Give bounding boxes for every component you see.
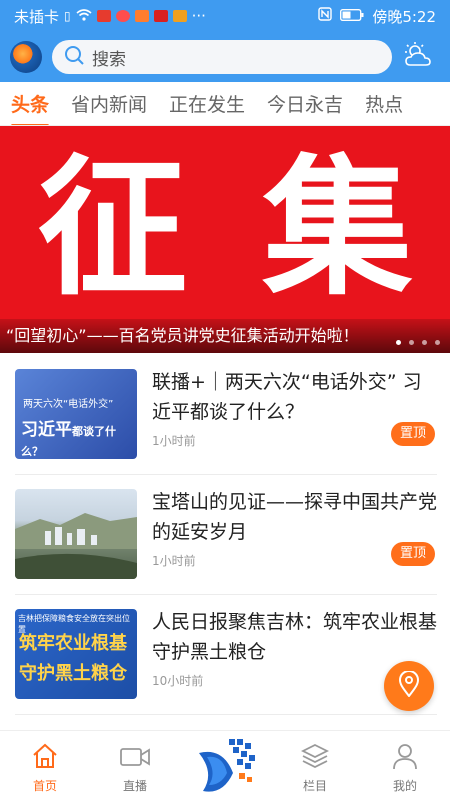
carrier-text: 未插卡 [14,7,60,26]
app-notification-icon [153,10,168,22]
home-icon [31,742,59,777]
news-list-item[interactable]: 宝塔山的见证——探寻中国共产党的延安岁月 1小时前 置顶 [15,475,437,595]
nav-home[interactable]: 首页 [0,731,90,800]
nav-live[interactable]: 直播 [90,731,180,800]
search-placeholder: 搜索 [92,49,126,70]
tab-happening-now[interactable]: 正在发生 [158,90,256,117]
app-logo-icon[interactable] [193,733,259,799]
news-list-item[interactable]: 两天六次“电话外交” 习近平都谈了什么？ 联播+｜两天六次“电话外交” 习近平都… [15,355,437,475]
tab-headlines[interactable]: 头条 [0,90,60,125]
sim-icon: ▯ [64,9,71,23]
nav-label: 首页 [32,779,57,793]
weather-icon[interactable] [402,41,434,73]
search-icon [64,45,92,70]
battery-icon [340,7,364,25]
carousel-indicator [396,340,440,345]
news-time: 1小时前 [152,434,196,448]
location-pin-icon [398,670,420,701]
banner-char: 集 [262,142,413,316]
nav-label: 我的 [392,779,417,793]
news-title: 人民日报聚焦吉林：筑牢农业根基 守护黑土粮仓 [152,611,438,663]
nav-label: 直播 [122,779,147,793]
location-button[interactable] [384,661,434,711]
nav-columns[interactable]: 栏目 [270,731,360,800]
more-notifications: ··· [191,7,206,25]
carousel-dot [422,340,427,345]
banner-headline: 征 集 [0,144,450,314]
layers-icon [300,742,330,777]
news-title: 宝塔山的见证——探寻中国共产党的延安岁月 [152,491,438,543]
news-title: 联播+｜两天六次“电话外交” 习近平都谈了什么？ [152,371,422,423]
nav-profile[interactable]: 我的 [360,731,450,800]
thumbnail-caption: 习近平都谈了什么？ [21,420,116,458]
news-thumbnail [15,489,137,579]
category-tabs: 头条 省内新闻 正在发生 今日永吉 热点 [0,82,450,126]
app-notification-icon [96,10,111,22]
tab-hot[interactable]: 热点 [354,90,414,117]
pinned-badge: 置顶 [391,422,435,446]
user-icon [391,742,419,777]
carousel-dot [409,340,414,345]
banner-caption: “回望初心”——百名党员讲党史征集活动开始啦！ [0,319,450,353]
carousel-dot [435,340,440,345]
news-time: 10小时前 [152,674,204,688]
app-notification-icon [134,10,149,22]
video-icon [119,744,151,777]
app-notification-icon [172,10,187,22]
news-thumbnail: 吉林把保障粮食安全放在突出位置 筑牢农业根基 守护黑土粮仓 [15,609,137,699]
thumbnail-caption: 筑牢农业根基 守护黑土粮仓 [19,633,127,684]
thumbnail-caption: 两天六次“电话外交” [23,399,114,410]
banner-char: 征 [37,142,188,316]
carousel-dot [396,340,401,345]
search-input[interactable]: 搜索 [52,40,392,74]
tab-today-yongji[interactable]: 今日永吉 [256,90,354,117]
nfc-icon [318,7,333,25]
app-logo[interactable] [10,41,42,73]
news-list-item[interactable]: 吉林把保障粮食安全放在突出位置 筑牢农业根基 守护黑土粮仓 人民日报聚焦吉林：筑牢… [15,595,437,715]
news-thumbnail: 两天六次“电话外交” 习近平都谈了什么？ [15,369,137,459]
banner-carousel[interactable]: 征 集 “回望初心”——百名党员讲党史征集活动开始啦！ [0,126,450,353]
app-notification-icon [115,10,130,22]
status-bar: 未插卡 ▯ ··· 傍晚5:22 [0,0,450,32]
wifi-icon [76,7,92,25]
pinned-badge: 置顶 [391,542,435,566]
nav-label: 栏目 [302,779,327,793]
app-header: 搜索 [0,32,450,82]
tab-province-news[interactable]: 省内新闻 [60,90,158,117]
news-time: 1小时前 [152,554,196,568]
clock-text: 傍晚5:22 [372,7,436,26]
